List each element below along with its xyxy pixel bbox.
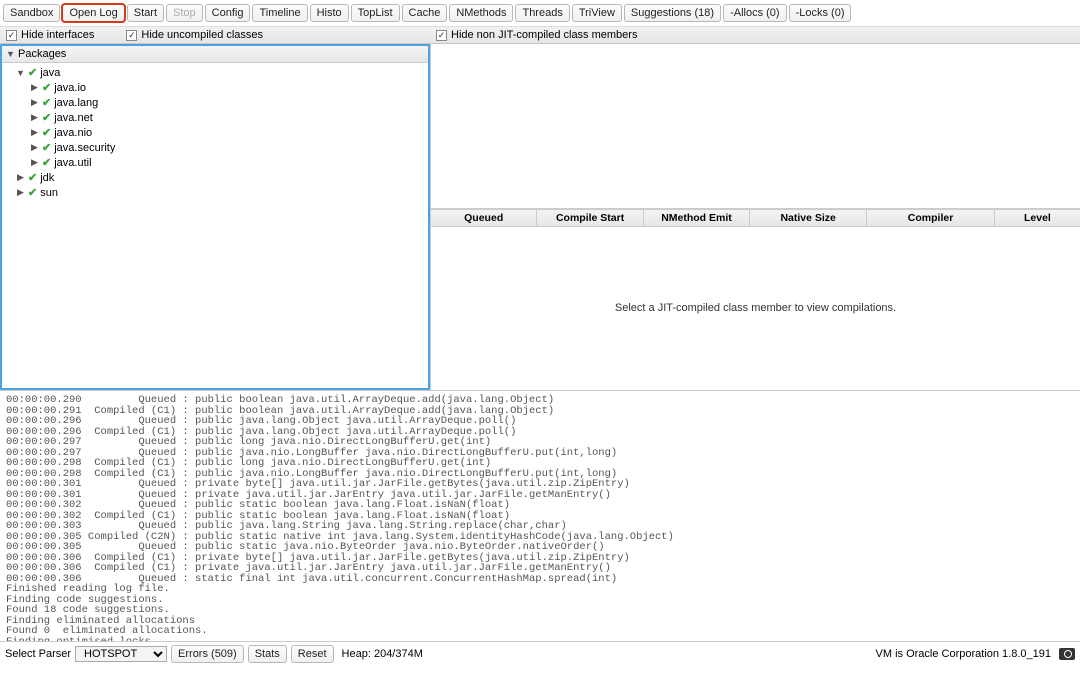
vm-label: VM is Oracle Corporation 1.8.0_191 xyxy=(876,648,1051,660)
col-queued[interactable]: Queued xyxy=(431,210,537,226)
open-log-button[interactable]: Open Log xyxy=(62,4,124,22)
hide-uncompiled-label: Hide uncompiled classes xyxy=(141,29,263,41)
sandbox-button[interactable]: Sandbox xyxy=(3,4,60,22)
tree-node[interactable]: ▶ ✔ java.io xyxy=(4,80,426,95)
tree-node[interactable]: ▶ ✔ java.nio xyxy=(4,125,426,140)
hide-uncompiled-checkbox[interactable]: ✓ Hide uncompiled classes xyxy=(120,27,269,43)
stop-button[interactable]: Stop xyxy=(166,4,203,22)
triangle-down-icon: ▼ xyxy=(16,68,25,78)
tree-label: sun xyxy=(40,187,58,199)
check-icon: ✔ xyxy=(42,111,51,124)
checkmark-icon: ✓ xyxy=(126,30,137,41)
main-row: ▼ Packages ▼ ✔ java ▶ ✔ java.io ▶ ✔ java… xyxy=(0,44,1080,390)
triangle-right-icon: ▶ xyxy=(30,127,39,138)
threads-button[interactable]: Threads xyxy=(515,4,569,22)
compilations-placeholder: Select a JIT-compiled class member to vi… xyxy=(431,227,1080,391)
tree-label: java xyxy=(40,67,60,79)
tree-label: java.lang xyxy=(54,97,98,109)
check-icon: ✔ xyxy=(42,96,51,109)
hide-interfaces-label: Hide interfaces xyxy=(21,29,94,41)
tree-label: jdk xyxy=(40,172,54,184)
triangle-right-icon: ▶ xyxy=(30,142,39,153)
tree-label: java.io xyxy=(54,82,86,94)
triangle-down-icon: ▼ xyxy=(6,49,15,59)
packages-header[interactable]: ▼ Packages xyxy=(2,46,428,63)
tree-label: java.util xyxy=(54,157,91,169)
camera-icon[interactable] xyxy=(1059,648,1075,660)
reset-button[interactable]: Reset xyxy=(291,645,334,663)
nmethods-button[interactable]: NMethods xyxy=(449,4,513,22)
triangle-right-icon: ▶ xyxy=(16,187,25,198)
log-text: 00:00:00.290 Queued : public boolean jav… xyxy=(0,391,1080,641)
col-level[interactable]: Level xyxy=(995,210,1080,226)
packages-tree[interactable]: ▼ ✔ java ▶ ✔ java.io ▶ ✔ java.lang ▶ ✔ j… xyxy=(2,63,428,388)
status-bar: Select Parser HOTSPOT Errors (509) Stats… xyxy=(0,641,1080,666)
triview-button[interactable]: TriView xyxy=(572,4,622,22)
triangle-right-icon: ▶ xyxy=(30,82,39,93)
check-icon: ✔ xyxy=(28,186,37,199)
tree-node[interactable]: ▶ ✔ java.lang xyxy=(4,95,426,110)
log-panel[interactable]: 00:00:00.290 Queued : public boolean jav… xyxy=(0,390,1080,641)
check-icon: ✔ xyxy=(42,126,51,139)
tree-node[interactable]: ▶ ✔ java.net xyxy=(4,110,426,125)
tree-node-sun[interactable]: ▶ ✔ sun xyxy=(4,185,426,200)
tree-label: java.security xyxy=(54,142,115,154)
col-compiler[interactable]: Compiler xyxy=(867,210,995,226)
toolbar: Sandbox Open Log Start Stop Config Timel… xyxy=(0,0,1080,27)
checkmark-icon: ✓ xyxy=(436,30,447,41)
check-icon: ✔ xyxy=(42,156,51,169)
check-icon: ✔ xyxy=(42,141,51,154)
checkmark-icon: ✓ xyxy=(6,30,17,41)
col-native-size[interactable]: Native Size xyxy=(750,210,867,226)
tree-node[interactable]: ▶ ✔ java.security xyxy=(4,140,426,155)
tree-label: java.nio xyxy=(54,127,92,139)
compilations-body: Select a JIT-compiled class member to vi… xyxy=(431,227,1080,391)
start-button[interactable]: Start xyxy=(127,4,164,22)
tree-node-jdk[interactable]: ▶ ✔ jdk xyxy=(4,170,426,185)
filter-row: ✓ Hide interfaces ✓ Hide uncompiled clas… xyxy=(0,27,1080,44)
triangle-right-icon: ▶ xyxy=(30,157,39,168)
triangle-right-icon: ▶ xyxy=(16,172,25,183)
timeline-button[interactable]: Timeline xyxy=(252,4,307,22)
members-panel[interactable] xyxy=(431,44,1080,209)
tree-node-java[interactable]: ▼ ✔ java xyxy=(4,65,426,80)
stats-button[interactable]: Stats xyxy=(248,645,287,663)
toplist-button[interactable]: TopList xyxy=(351,4,400,22)
errors-button[interactable]: Errors (509) xyxy=(171,645,244,663)
col-nmethod-emit[interactable]: NMethod Emit xyxy=(644,210,750,226)
packages-panel: ▼ Packages ▼ ✔ java ▶ ✔ java.io ▶ ✔ java… xyxy=(0,44,430,390)
check-icon: ✔ xyxy=(28,66,37,79)
triangle-right-icon: ▶ xyxy=(30,112,39,123)
tree-label: java.net xyxy=(54,112,93,124)
cache-button[interactable]: Cache xyxy=(402,4,448,22)
allocs-button[interactable]: -Allocs (0) xyxy=(723,4,787,22)
hide-nonjit-checkbox[interactable]: ✓ Hide non JIT-compiled class members xyxy=(430,27,643,43)
parser-select[interactable]: HOTSPOT xyxy=(75,646,167,662)
right-panel: Queued Compile Start NMethod Emit Native… xyxy=(430,44,1080,390)
packages-header-label: Packages xyxy=(18,48,66,60)
hide-nonjit-label: Hide non JIT-compiled class members xyxy=(451,29,637,41)
col-compile-start[interactable]: Compile Start xyxy=(537,210,643,226)
triangle-right-icon: ▶ xyxy=(30,97,39,108)
check-icon: ✔ xyxy=(42,81,51,94)
check-icon: ✔ xyxy=(28,171,37,184)
suggestions-button[interactable]: Suggestions (18) xyxy=(624,4,721,22)
compilations-table-header: Queued Compile Start NMethod Emit Native… xyxy=(431,209,1080,227)
hide-interfaces-checkbox[interactable]: ✓ Hide interfaces xyxy=(0,27,100,43)
tree-node[interactable]: ▶ ✔ java.util xyxy=(4,155,426,170)
config-button[interactable]: Config xyxy=(205,4,251,22)
select-parser-label: Select Parser xyxy=(5,648,71,660)
heap-label: Heap: 204/374M xyxy=(342,648,423,660)
histo-button[interactable]: Histo xyxy=(310,4,349,22)
locks-button[interactable]: -Locks (0) xyxy=(789,4,852,22)
